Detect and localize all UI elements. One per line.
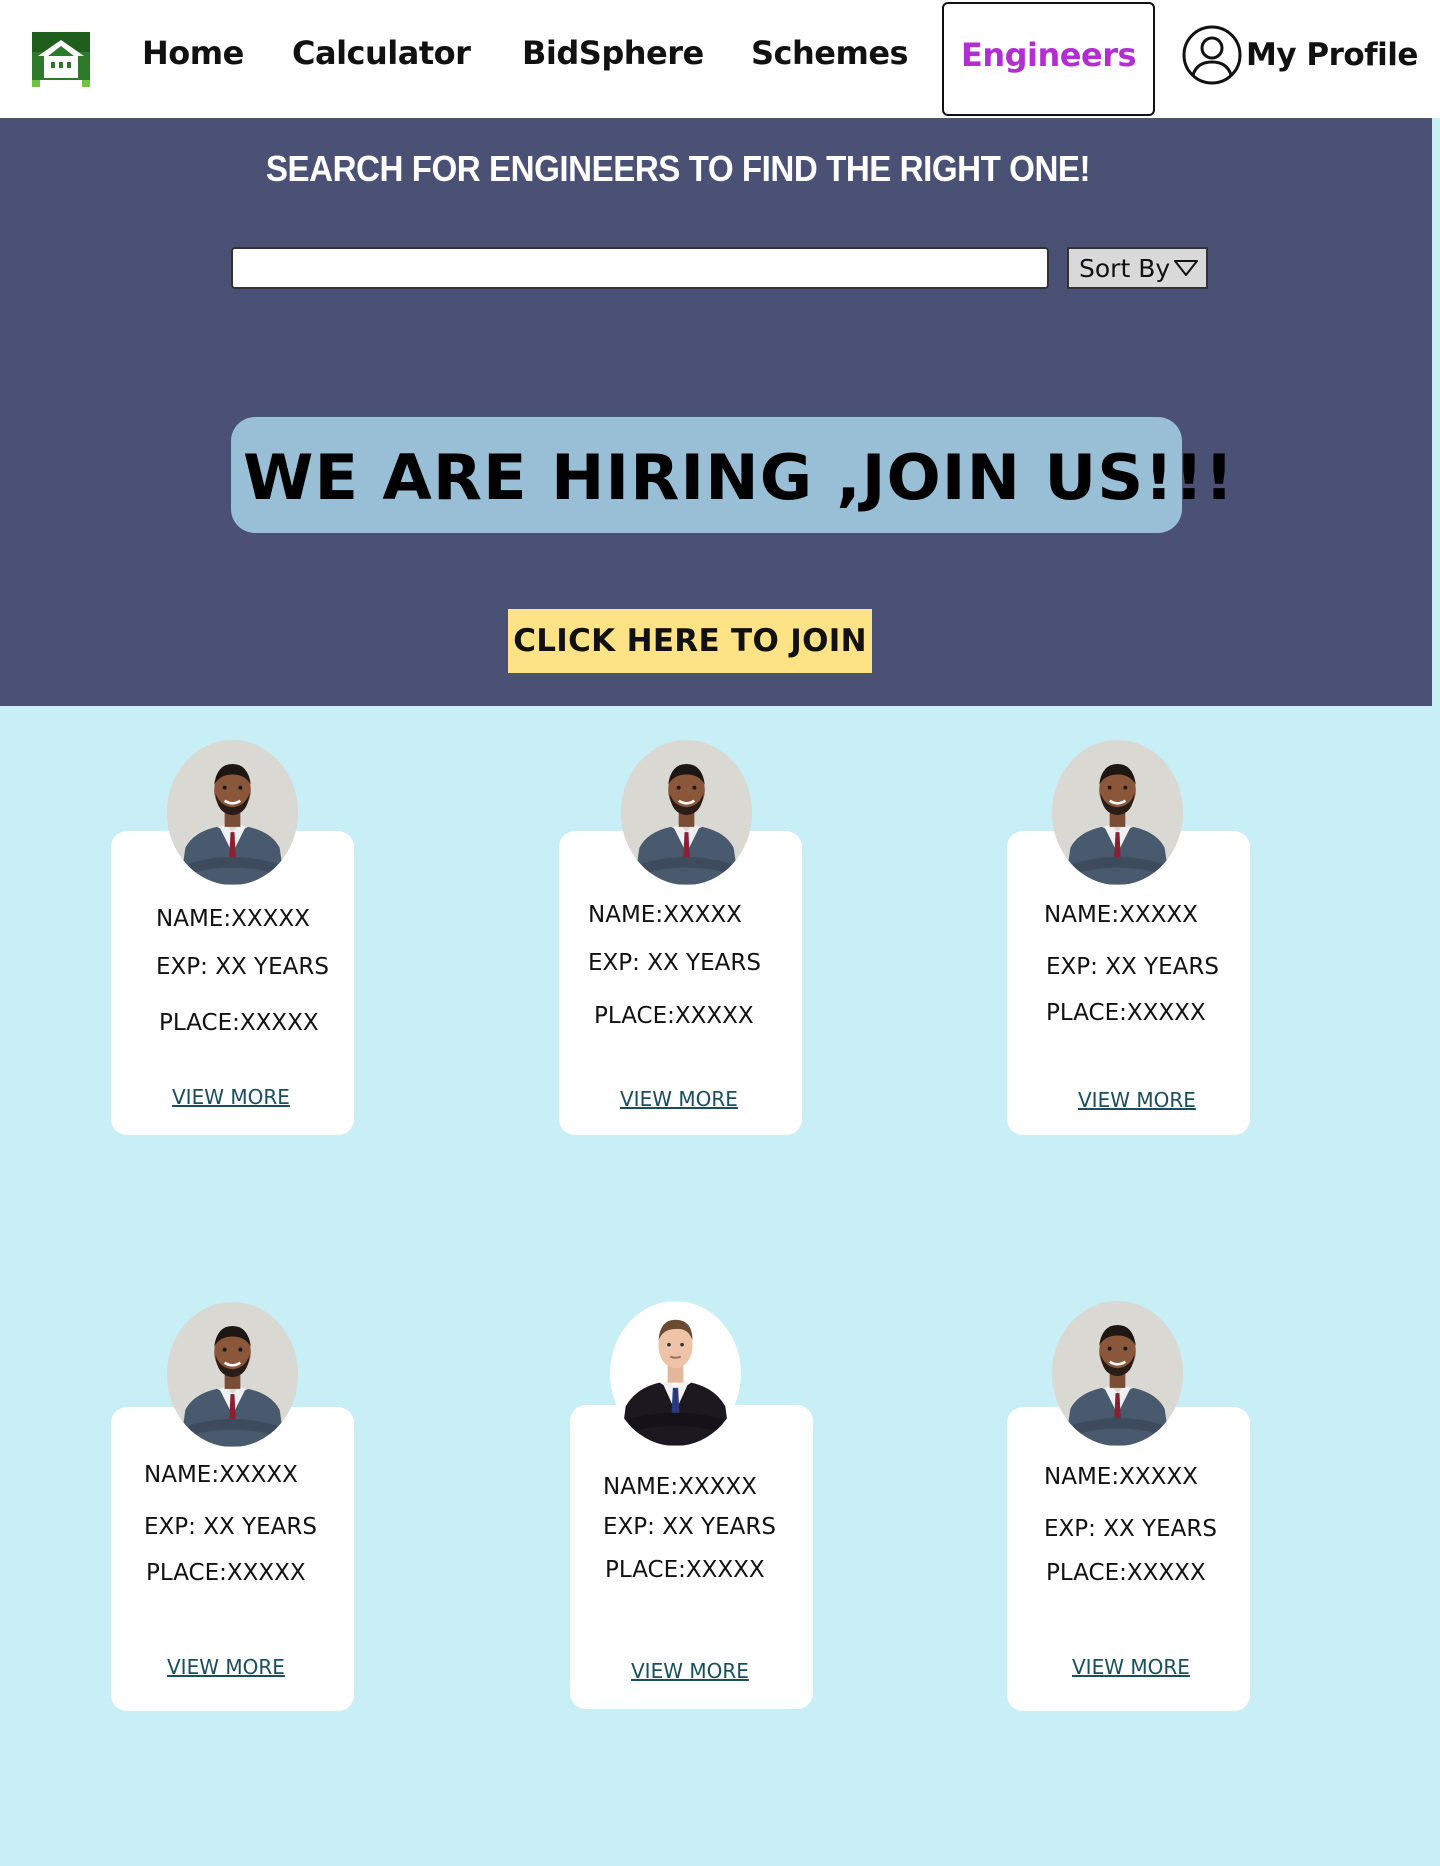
engineer-place: PLACE:XXXXX (159, 1010, 319, 1036)
view-more-link[interactable]: VIEW MORE (172, 1085, 290, 1109)
hiring-text: WE ARE HIRING ,JOIN US!!! (243, 441, 1235, 514)
top-nav: Home Calculator BidSphere Schemes Engine… (0, 0, 1440, 118)
my-profile-link[interactable]: My Profile (1181, 24, 1418, 86)
engineer-experience: EXP: XX YEARS (588, 950, 761, 976)
sort-by-label: Sort By (1079, 253, 1171, 283)
engineer-avatar (1052, 740, 1183, 885)
engineer-avatar (610, 1301, 741, 1446)
view-more-link[interactable]: VIEW MORE (1072, 1655, 1190, 1679)
my-profile-label: My Profile (1246, 37, 1418, 73)
engineer-place: PLACE:XXXXX (594, 1003, 754, 1029)
engineer-name: NAME:XXXXX (603, 1474, 757, 1500)
engineer-experience: EXP: XX YEARS (144, 1514, 317, 1540)
engineer-avatar (621, 740, 752, 885)
view-more-link[interactable]: VIEW MORE (167, 1655, 285, 1679)
engineer-name: NAME:XXXXX (144, 1462, 298, 1488)
engineer-place: PLACE:XXXXX (1046, 1560, 1206, 1586)
hiring-banner: WE ARE HIRING ,JOIN US!!! (231, 417, 1234, 533)
join-button[interactable]: CLICK HERE TO JOIN (508, 609, 872, 673)
engineer-name: NAME:XXXXX (588, 902, 742, 928)
engineer-avatar (1052, 1301, 1183, 1446)
engineer-experience: EXP: XX YEARS (156, 954, 329, 980)
nav-link-calculator[interactable]: Calculator (292, 34, 471, 72)
view-more-link[interactable]: VIEW MORE (620, 1087, 738, 1111)
engineer-avatar (167, 740, 298, 885)
nav-link-bidsphere[interactable]: BidSphere (522, 34, 704, 72)
engineer-name: NAME:XXXXX (1044, 902, 1198, 928)
search-input[interactable] (231, 247, 1049, 289)
view-more-link[interactable]: VIEW MORE (1078, 1088, 1196, 1112)
engineer-avatar (167, 1302, 298, 1447)
engineer-place: PLACE:XXXXX (146, 1560, 306, 1586)
engineer-place: PLACE:XXXXX (605, 1557, 765, 1583)
sort-by-dropdown[interactable]: Sort By (1067, 247, 1208, 289)
nav-link-engineers[interactable]: Engineers (942, 2, 1155, 116)
engineer-experience: EXP: XX YEARS (603, 1514, 776, 1540)
search-hero: SEARCH FOR ENGINEERS TO FIND THE RIGHT O… (0, 118, 1432, 706)
hero-title: SEARCH FOR ENGINEERS TO FIND THE RIGHT O… (265, 148, 1091, 189)
engineer-experience: EXP: XX YEARS (1044, 1516, 1217, 1542)
nav-link-engineers-label: Engineers (960, 36, 1137, 74)
engineer-experience: EXP: XX YEARS (1046, 954, 1219, 980)
user-circle-icon (1182, 25, 1242, 85)
triangle-down-icon (1174, 260, 1199, 276)
engineer-name: NAME:XXXXX (1044, 1464, 1198, 1490)
engineer-place: PLACE:XXXXX (1046, 1000, 1206, 1026)
engineer-name: NAME:XXXXX (156, 906, 310, 932)
view-more-link[interactable]: VIEW MORE (631, 1659, 749, 1683)
join-button-label: CLICK HERE TO JOIN (513, 623, 867, 659)
house-logo-icon[interactable] (30, 30, 92, 88)
nav-link-schemes[interactable]: Schemes (751, 34, 909, 72)
nav-link-home[interactable]: Home (142, 34, 244, 72)
